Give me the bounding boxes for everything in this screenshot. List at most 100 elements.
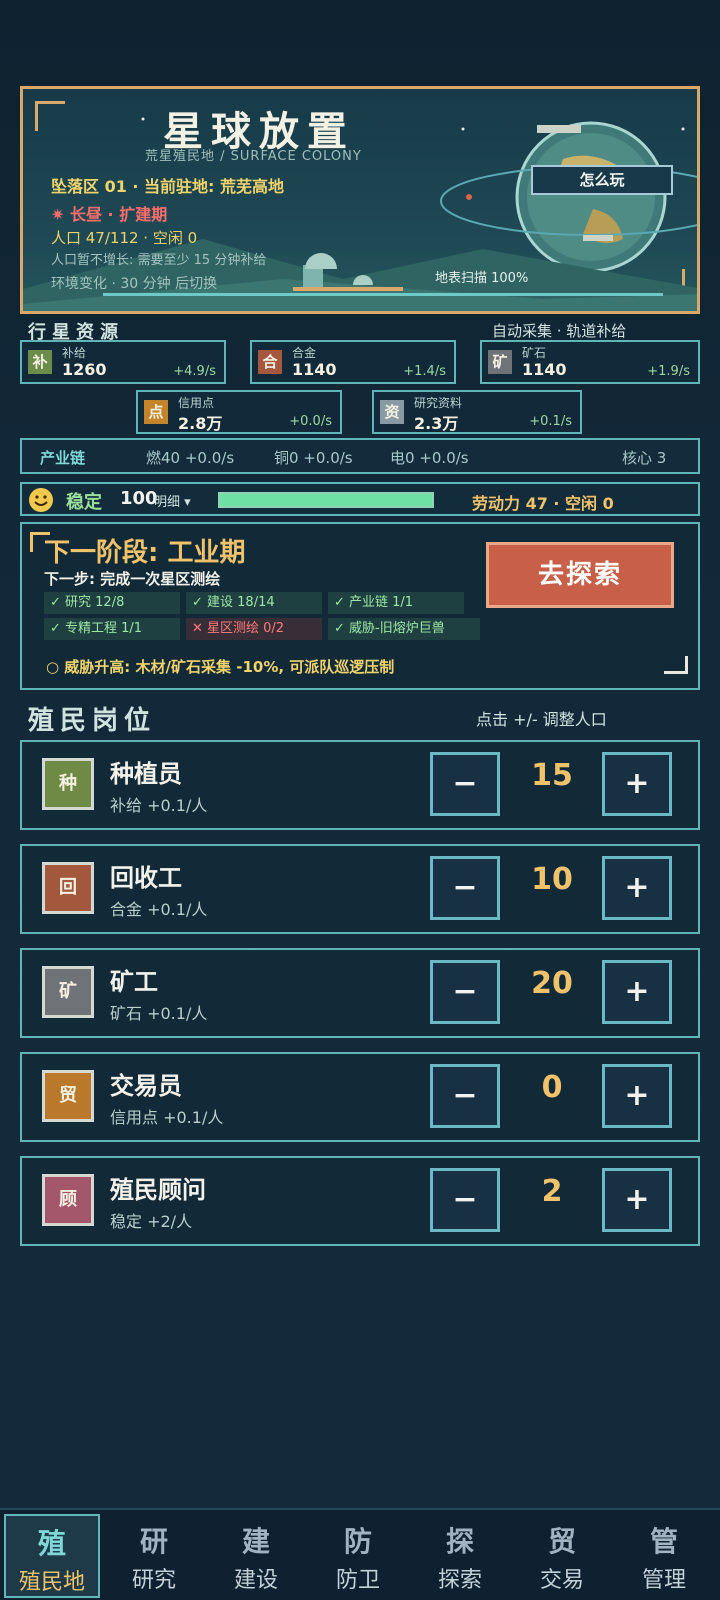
decrease-button[interactable]: −	[430, 856, 500, 920]
job-desc: 稳定 +2/人	[110, 1212, 193, 1231]
job-desc: 信用点 +0.1/人	[110, 1108, 224, 1127]
credits-icon: 点	[144, 400, 168, 424]
tab-label: 殖民地	[18, 1570, 85, 1595]
resource-name: 矿石	[522, 346, 547, 360]
requirement-tag: ✕ 星区测绘 0/2	[186, 618, 322, 640]
job-name: 回收工	[110, 864, 182, 892]
threat-warning: ○ 威胁升高: 木材/矿石采集 -10%, 可派队巡逻压制	[46, 658, 395, 676]
increase-button[interactable]: +	[602, 1168, 672, 1232]
tab-colony[interactable]: 殖 殖民地	[4, 1514, 100, 1598]
requirement-tag: ✓ 威胁-旧熔炉巨兽	[328, 618, 480, 640]
ore-icon: 矿	[488, 350, 512, 374]
tab-trade[interactable]: 贸 交易	[514, 1514, 610, 1598]
decrease-button[interactable]: −	[430, 960, 500, 1024]
next-stage-title: 下一阶段: 工业期	[44, 538, 246, 568]
game-subtitle: 荒星殖民地 / SURFACE COLONY	[145, 149, 362, 164]
resource-rate: +4.9/s	[173, 364, 216, 379]
stability-bar: 稳定 100 明细 ▾ 劳动力 47 · 空闲 0	[20, 482, 700, 516]
resource-rate: +1.4/s	[403, 364, 446, 379]
surface-scan: 地表扫描 100%	[435, 271, 529, 286]
tab-glyph: 研	[139, 1525, 168, 1558]
job-row-miner: 矿 矿工 矿石 +0.1/人 − 20 +	[20, 948, 700, 1038]
job-count: 0	[541, 1070, 563, 1105]
resources-note: 自动采集 · 轨道补给	[492, 322, 627, 340]
smile-icon	[29, 488, 53, 512]
tab-label: 建设	[233, 1568, 278, 1593]
chain-core: 核心 3	[622, 449, 667, 467]
resource-name: 补给	[62, 346, 87, 360]
tab-label: 防卫	[335, 1568, 380, 1593]
tab-label: 管理	[641, 1568, 686, 1593]
phase-status: ✷ 长昼 · 扩建期	[51, 205, 168, 224]
job-row-trader: 贸 交易员 信用点 +0.1/人 − 0 +	[20, 1052, 700, 1142]
jobs-title: 殖民岗位	[28, 706, 157, 736]
next-step: 下一步: 完成一次星区测绘	[44, 570, 221, 588]
job-desc: 补给 +0.1/人	[110, 796, 208, 815]
tab-glyph: 防	[343, 1525, 372, 1558]
stability-meter-fill	[220, 494, 432, 506]
job-count: 2	[541, 1174, 563, 1209]
how-to-play-button[interactable]: 怎么玩	[531, 165, 673, 195]
resource-value: 2.8万	[178, 414, 223, 433]
resource-ore: 矿 矿石 1140 +1.9/s	[480, 340, 700, 384]
tab-explore[interactable]: 探 探索	[412, 1514, 508, 1598]
resource-name: 研究资料	[414, 396, 463, 410]
increase-button[interactable]: +	[602, 960, 672, 1024]
resource-credits: 点 信用点 2.8万 +0.0/s	[136, 390, 342, 434]
job-count: 10	[531, 862, 573, 897]
stability-meter	[218, 492, 434, 508]
resource-alloy: 合 合金 1140 +1.4/s	[250, 340, 456, 384]
farmer-icon: 种	[42, 758, 94, 810]
increase-button[interactable]: +	[602, 752, 672, 816]
advisor-icon: 顾	[42, 1174, 94, 1226]
resource-rate: +1.9/s	[647, 364, 690, 379]
job-name: 殖民顾问	[110, 1176, 206, 1204]
resource-name: 合金	[292, 346, 317, 360]
job-count: 20	[531, 966, 573, 1001]
frame-corner	[664, 656, 688, 674]
decrease-button[interactable]: −	[430, 1168, 500, 1232]
tab-label: 探索	[437, 1568, 482, 1593]
resource-value: 1140	[292, 360, 337, 379]
increase-button[interactable]: +	[602, 856, 672, 920]
population-note: 人口暂不增长: 需要至少 15 分钟补给	[51, 253, 267, 268]
trader-icon: 贸	[42, 1070, 94, 1122]
explore-button[interactable]: 去探索	[486, 542, 674, 608]
chain-copper: 铜0 +0.0/s	[274, 449, 353, 467]
miner-icon: 矿	[42, 966, 94, 1018]
tab-build[interactable]: 建 建设	[208, 1514, 304, 1598]
decrease-button[interactable]: −	[430, 1064, 500, 1128]
chain-label: 产业链	[40, 449, 86, 467]
job-row-recycler: 回 回收工 合金 +0.1/人 − 10 +	[20, 844, 700, 934]
next-stage-panel: 下一阶段: 工业期 下一步: 完成一次星区测绘 ✓ 研究 12/8 ✓ 建设 1…	[20, 522, 700, 690]
increase-button[interactable]: +	[602, 1064, 672, 1128]
stability-detail-toggle[interactable]: 明细 ▾	[154, 491, 191, 510]
job-desc: 合金 +0.1/人	[110, 900, 208, 919]
labor-status: 劳动力 47 · 空闲 0	[472, 494, 614, 513]
job-count: 15	[531, 758, 573, 793]
resource-research: 资 研究资料 2.3万 +0.1/s	[372, 390, 582, 434]
stability-label: 稳定	[66, 492, 102, 513]
zone-status: 坠落区 01 · 当前驻地: 荒芜高地	[51, 177, 285, 196]
resource-rate: +0.1/s	[529, 414, 572, 429]
industry-chain-bar: 产业链 燃40 +0.0/s 铜0 +0.0/s 电0 +0.0/s 核心 3	[20, 438, 700, 474]
tab-research[interactable]: 研 研究	[106, 1514, 202, 1598]
research-icon: 资	[380, 400, 404, 424]
resource-supply: 补 补给 1260 +4.9/s	[20, 340, 226, 384]
tab-defense[interactable]: 防 防卫	[310, 1514, 406, 1598]
job-row-advisor: 顾 殖民顾问 稳定 +2/人 − 2 +	[20, 1156, 700, 1246]
job-desc: 矿石 +0.1/人	[110, 1004, 208, 1023]
alloy-icon: 合	[258, 350, 282, 374]
job-row-farmer: 种 种植员 补给 +0.1/人 − 15 +	[20, 740, 700, 830]
decrease-button[interactable]: −	[430, 752, 500, 816]
resource-name: 信用点	[178, 396, 215, 410]
resource-value: 1260	[62, 360, 107, 379]
jobs-note: 点击 +/- 调整人口	[476, 710, 607, 729]
stability-value: 100	[120, 488, 158, 509]
tab-label: 交易	[539, 1568, 584, 1593]
bottom-nav: 殖 殖民地 研 研究 建 建设 防 防卫 探 探索 贸 交易 管 管理	[0, 1508, 720, 1600]
job-name: 种植员	[110, 760, 182, 788]
resource-rate: +0.0/s	[289, 414, 332, 429]
tab-manage[interactable]: 管 管理	[616, 1514, 712, 1598]
job-name: 矿工	[110, 968, 158, 996]
